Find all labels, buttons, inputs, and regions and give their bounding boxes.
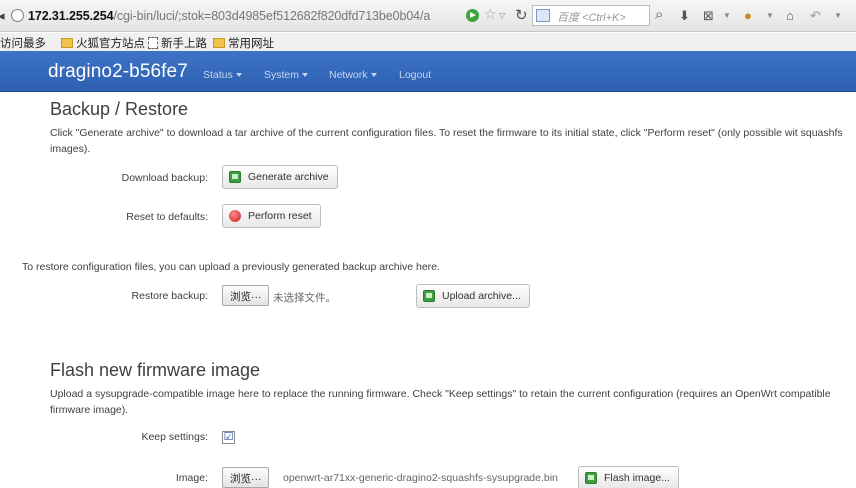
- reload-icon[interactable]: ↻: [515, 6, 528, 24]
- bookmark-label: 新手上路: [161, 38, 207, 50]
- upload-icon: [423, 290, 435, 302]
- backup-restore-heading: Backup / Restore: [50, 99, 189, 119]
- restore-instructions: To restore configuration files, you can …: [22, 261, 440, 273]
- download-icon[interactable]: ⬇: [679, 8, 690, 24]
- button-label: Upload archive...: [442, 290, 521, 302]
- download-backup-label: Download backup:: [121, 172, 208, 184]
- url-field[interactable]: 172.31.255.254/cgi-bin/luci/;stok=803d49…: [28, 9, 430, 23]
- bookmark-star-icon[interactable]: ☆: [484, 6, 497, 23]
- bookmark-getting-started[interactable]: 新手上路: [148, 35, 207, 51]
- nav-label: Logout: [399, 69, 432, 81]
- button-label: Flash image...: [604, 472, 670, 484]
- back-arrow-icon[interactable]: ◂: [0, 8, 5, 24]
- flash-icon: [585, 472, 597, 484]
- button-label: Perform reset: [248, 210, 312, 222]
- image-file-name: openwrt-ar71xx-generic-dragino2-squashfs…: [283, 472, 558, 484]
- undo-icon[interactable]: ↶: [810, 8, 821, 24]
- nav-network[interactable]: Network: [329, 69, 377, 81]
- nav-label: System: [264, 69, 300, 81]
- browser-window: ◂ 172.31.255.254/cgi-bin/luci/;stok=803d…: [0, 0, 856, 488]
- undo-dropdown-icon[interactable]: ▼: [834, 11, 842, 20]
- flash-description: Upload a sysupgrade-compatible image her…: [50, 388, 831, 416]
- restore-browse-button[interactable]: 浏览···: [222, 285, 269, 306]
- addon-dropdown-icon[interactable]: ▼: [766, 11, 774, 20]
- nav-system[interactable]: System: [264, 69, 309, 81]
- url-path: /cgi-bin/luci/;stok=803d4985ef512682f820…: [113, 9, 431, 23]
- url-host: 172.31.255.254: [28, 9, 114, 23]
- go-icon[interactable]: [466, 9, 479, 22]
- bookmark-common-sites[interactable]: 常用网址: [213, 35, 274, 51]
- address-toolbar: ◂ 172.31.255.254/cgi-bin/luci/;stok=803d…: [0, 0, 856, 32]
- flash-image-button[interactable]: Flash image...: [578, 466, 679, 488]
- restore-backup-label: Restore backup:: [131, 290, 208, 302]
- restore-file-status: 未选择文件。: [273, 292, 336, 304]
- button-label: Generate archive: [248, 171, 329, 183]
- generate-archive-button[interactable]: Generate archive: [222, 165, 338, 189]
- luci-navbar: dragino2-b56fe7 Status System Network Lo…: [0, 51, 856, 92]
- bookmark-firefox-site[interactable]: 火狐官方站点: [61, 35, 145, 51]
- nav-label: Network: [329, 69, 368, 81]
- caret-down-icon: [370, 73, 377, 78]
- reset-defaults-label: Reset to defaults:: [126, 211, 208, 223]
- screenshot-dropdown-icon[interactable]: ▼: [723, 11, 731, 20]
- history-dropdown-icon[interactable]: ▽: [499, 11, 505, 20]
- caret-down-icon: [235, 73, 242, 78]
- search-field[interactable]: 百度 <Ctrl+K>: [532, 5, 650, 26]
- folder-icon: [61, 38, 73, 48]
- nav-label: Status: [203, 69, 233, 81]
- addon-icon[interactable]: ●: [744, 8, 752, 23]
- bookmark-label: 访问最多: [0, 38, 46, 50]
- search-engine-icon[interactable]: [536, 9, 550, 22]
- nav-logout[interactable]: Logout: [399, 69, 431, 81]
- nav-status[interactable]: Status: [203, 69, 242, 81]
- bookmark-label: 火狐官方站点: [76, 38, 145, 50]
- page-icon: [148, 37, 158, 49]
- caret-down-icon: [302, 73, 309, 78]
- search-placeholder: 百度 <Ctrl+K>: [557, 12, 626, 24]
- folder-icon: [213, 38, 225, 48]
- flash-firmware-heading: Flash new firmware image: [50, 360, 261, 380]
- image-label: Image:: [175, 472, 208, 484]
- perform-reset-button[interactable]: Perform reset: [222, 204, 321, 228]
- reset-icon: [229, 210, 241, 222]
- backup-description: Click "Generate archive" to download a t…: [50, 127, 843, 155]
- bookmarks-toolbar: 访问最多 火狐官方站点 新手上路 常用网址: [0, 33, 856, 51]
- site-identity-icon[interactable]: [11, 9, 24, 22]
- upload-archive-button[interactable]: Upload archive...: [416, 284, 530, 308]
- archive-icon: [229, 171, 241, 183]
- image-browse-button[interactable]: 浏览···: [222, 467, 269, 488]
- search-magnifier-icon[interactable]: ⌕: [655, 6, 663, 23]
- keep-settings-label: Keep settings:: [141, 431, 208, 443]
- brand-link[interactable]: dragino2-b56fe7: [48, 61, 188, 83]
- keep-settings-checkbox[interactable]: ☑: [222, 431, 235, 444]
- screenshot-icon[interactable]: ⊠: [703, 8, 714, 24]
- home-icon[interactable]: ⌂: [786, 8, 794, 23]
- bookmark-most-visited[interactable]: 访问最多: [0, 35, 46, 51]
- bookmark-label: 常用网址: [228, 38, 274, 50]
